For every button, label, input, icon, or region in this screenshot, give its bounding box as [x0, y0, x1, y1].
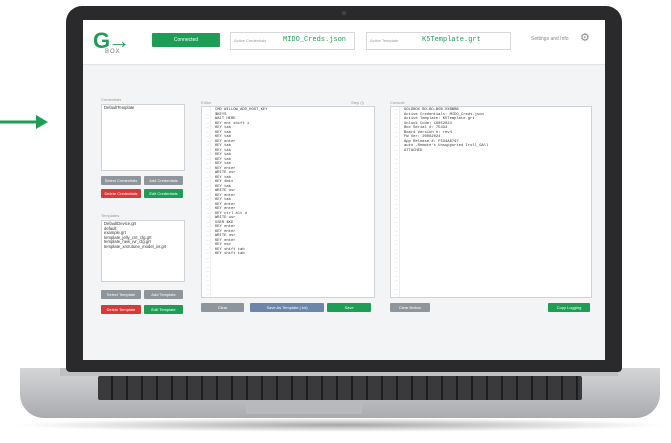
app-window: G→ BOX Connected Active Credentials MIDO… [83, 20, 605, 360]
line-number: — [206, 291, 209, 296]
console-line: ATTACHED [404, 148, 423, 153]
laptop-trackpad [246, 400, 362, 414]
add-credentials-button[interactable]: Add Credentials [144, 176, 183, 185]
webcam [342, 11, 346, 15]
gear-icon[interactable]: ⚙ [580, 32, 590, 44]
add-template-button[interactable]: Add Template [144, 290, 183, 299]
app-header: G→ BOX Connected Active Credentials MIDO… [83, 20, 605, 65]
laptop-shadow [10, 418, 670, 432]
editor-textarea[interactable]: — — — — — — — — — — — — — — — — — — — — — — — — — — — — — — — — — — — — — — — —… [201, 106, 375, 298]
console-line: auto -Remote's Unsupported Iroll_GAll [404, 144, 489, 148]
delete-template-button[interactable]: Delete Template [101, 305, 141, 314]
active-credentials-label: Active Credentials [234, 38, 267, 43]
active-credentials-value: MIDO_Creds.json [283, 36, 347, 44]
editor-label: Editor [201, 100, 212, 105]
active-template-field[interactable]: Active Template K5Template.grt [366, 32, 511, 50]
pointer-arrow-icon [0, 115, 48, 129]
console-output[interactable]: — — — — — — — — — — — — — — — — — — — — — — — — — — — — — — — — — — — — — — — —… [390, 106, 592, 298]
editor-step-hint: Step (i) [351, 100, 364, 105]
credential-item[interactable]: DefaultTemplate [104, 105, 182, 111]
select-template-button[interactable]: Select Template [101, 290, 141, 299]
editor-save-button[interactable]: Save [327, 303, 371, 312]
delete-credentials-button[interactable]: Delete Credentials [101, 189, 141, 198]
templates-label: Templates [101, 213, 120, 218]
line-number: — [395, 291, 398, 296]
editor-line-gutter: — — — — — — — — — — — — — — — — — — — — — — — — — — — — — — — — — — — — — — — —… [202, 107, 211, 297]
editor-clear-button[interactable]: Clear [201, 303, 244, 312]
goldbox-logo: G→ BOX [93, 28, 130, 55]
copy-logging-button[interactable]: Copy Logging [548, 303, 590, 312]
settings-label[interactable]: Settings and Info [531, 36, 569, 42]
console-line-gutter: — — — — — — — — — — — — — — — — — — — — — — — — — — — — — — — — — — — — — — — —… [391, 107, 400, 297]
template-item[interactable]: template_xrxrutune_model_ivr.grt [104, 244, 182, 250]
editor-line: KEY shift tab [215, 252, 245, 256]
templates-list[interactable]: DefaultDevice.grt default example.grt templ… [101, 220, 185, 282]
credentials-list[interactable]: DefaultTemplate [101, 104, 185, 171]
edit-credentials-button[interactable]: Edit Credentials [144, 189, 183, 198]
active-template-label: Active Template [370, 38, 399, 43]
editor-line: CMD WILLOW_ADD_HOST_KEY [215, 108, 268, 112]
laptop-keyboard [98, 376, 582, 400]
save-as-template-button[interactable]: Save As Template (.txt) [250, 303, 324, 312]
edit-template-button[interactable]: Edit Template [144, 305, 183, 314]
credentials-label: Credentials [101, 97, 122, 102]
console-label: Console [390, 100, 405, 105]
connect-button[interactable]: Connected [152, 33, 220, 47]
active-template-value: K5Template.grt [422, 36, 481, 44]
console-clear-button[interactable]: Clear Button [390, 303, 430, 312]
select-credentials-button[interactable]: Select Credentials [101, 176, 141, 185]
active-credentials-field[interactable]: Active Credentials MIDO_Creds.json [230, 32, 355, 50]
